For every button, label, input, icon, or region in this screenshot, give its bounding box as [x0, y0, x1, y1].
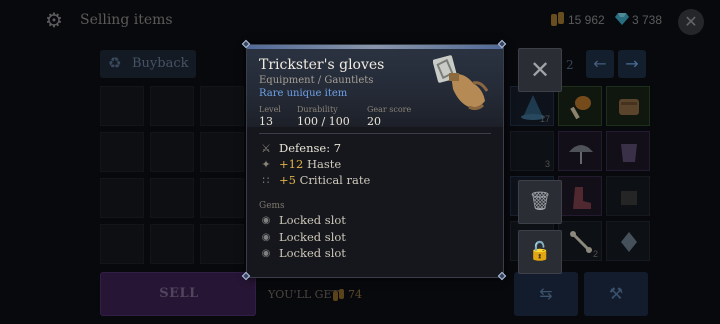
unlock-icon: 🔓	[528, 241, 552, 262]
bonus-value: +5	[279, 173, 296, 187]
defense-text: Defense: 7	[279, 141, 342, 155]
discard-button[interactable]: 🗑	[518, 180, 562, 224]
locked-gem-slot-icon: ◉	[261, 248, 271, 259]
gauntlet-icon	[433, 55, 489, 111]
gems-title: Gems	[259, 201, 285, 211]
locked-gem-slot-icon: ◉	[261, 232, 271, 243]
bonus-name: Haste	[306, 157, 342, 171]
item-rarity: Rare unique item	[259, 88, 348, 99]
haste-icon: ✦	[261, 158, 271, 171]
item-tooltip: Trickster's gloves Equipment / Gauntlets…	[241, 39, 507, 281]
gem-slot-label: Locked slot	[279, 246, 346, 260]
close-tooltip-button[interactable]: ✕	[518, 48, 562, 92]
defense-swords-icon: ⚔	[261, 142, 271, 155]
bonus-value: +12	[279, 157, 304, 171]
gear-score-value: 20	[367, 115, 381, 128]
critical-rate-icon: ∷	[262, 174, 270, 187]
durability-label: Durability	[297, 105, 338, 114]
unlock-button[interactable]: 🔓	[518, 230, 562, 274]
trash-icon: 🗑	[528, 191, 552, 212]
gem-slot-label: Locked slot	[279, 213, 346, 227]
divider	[259, 133, 491, 134]
level-label: Level	[259, 105, 281, 114]
item-name: Trickster's gloves	[259, 57, 385, 73]
gem-slot-label: Locked slot	[279, 230, 346, 244]
close-icon: ✕	[529, 56, 551, 84]
item-type: Equipment / Gauntlets	[259, 75, 374, 86]
gear-score-label: Gear score	[367, 105, 412, 114]
level-value: 13	[259, 115, 273, 128]
bonus-name: Critical rate	[299, 173, 371, 187]
durability-value: 100 / 100	[297, 115, 350, 128]
locked-gem-slot-icon: ◉	[261, 215, 271, 226]
